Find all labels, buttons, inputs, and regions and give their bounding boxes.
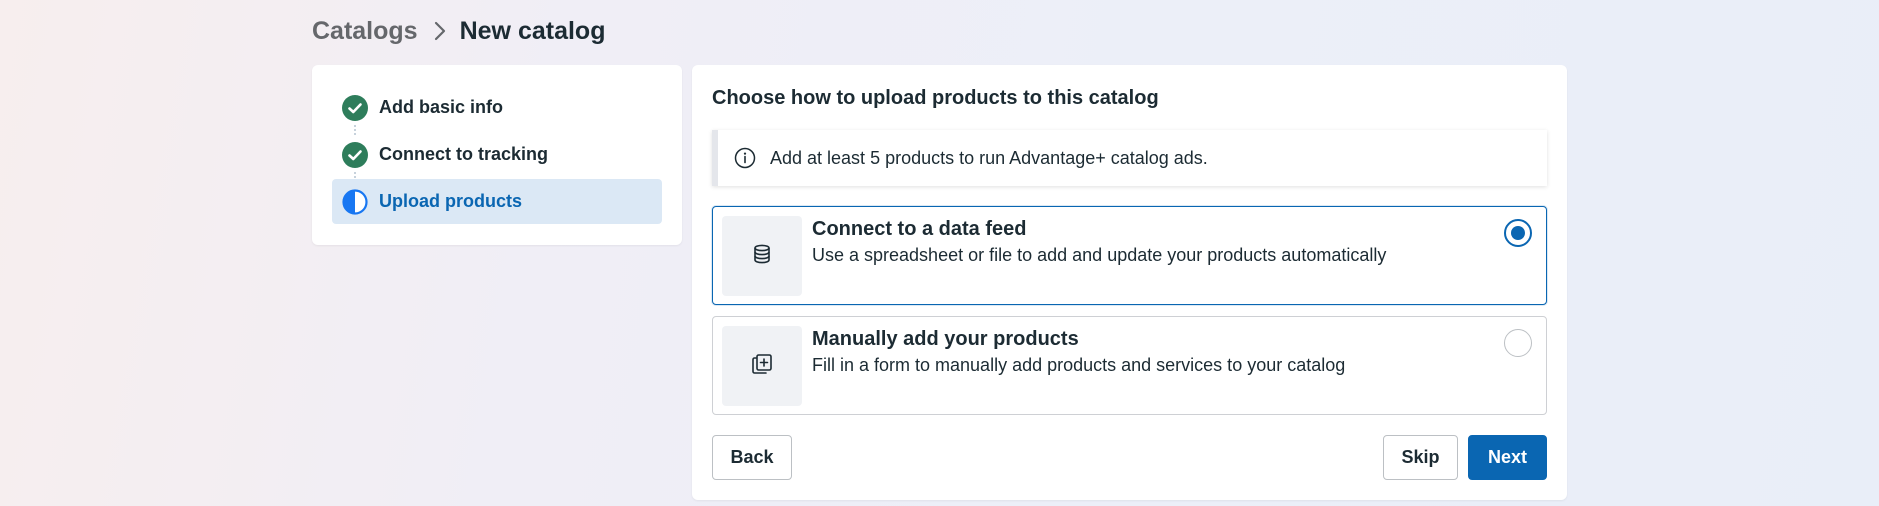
database-icon [751,243,773,270]
step-add-basic-info[interactable]: Add basic info [332,85,662,135]
skip-button[interactable]: Skip [1383,435,1458,480]
section-title: Choose how to upload products to this ca… [712,87,1159,109]
breadcrumb: Catalogs New catalog [312,13,605,49]
chevron-right-icon [434,21,446,41]
step-label: Connect to tracking [379,144,549,164]
option-connect-data-feed[interactable]: Connect to a data feed Use a spreadsheet… [712,206,1547,305]
check-circle-icon [342,94,368,121]
breadcrumb-catalogs-link[interactable]: Catalogs [312,17,418,46]
option-description: Use a spreadsheet or file to add and upd… [812,245,1387,265]
option-description: Fill in a form to manually add products … [812,355,1346,375]
upload-method-panel: Choose how to upload products to this ca… [692,65,1567,500]
step-label: Add basic info [379,97,504,117]
steps-panel: Add basic info Connect to tracking Uploa… [312,65,682,245]
next-button[interactable]: Next [1468,435,1547,480]
radio-connect-data-feed[interactable] [1504,219,1532,247]
back-button[interactable]: Back [712,435,792,480]
notice-text: Add at least 5 products to run Advantage… [770,147,1208,168]
step-connect-to-tracking[interactable]: Connect to tracking [332,132,662,182]
info-icon [734,147,756,169]
option-icon-tile [722,326,802,406]
page-title: New catalog [459,16,606,45]
check-circle-icon [342,141,368,168]
option-icon-tile [722,216,802,296]
option-manually-add-products[interactable]: Manually add your products Fill in a for… [712,316,1547,415]
step-label: Upload products [379,191,522,211]
half-circle-icon [342,188,368,215]
step-upload-products[interactable]: Upload products [332,179,662,224]
add-cards-icon [750,352,774,381]
option-title: Manually add your products [812,328,1079,350]
info-notice: Add at least 5 products to run Advantage… [712,130,1547,186]
option-title: Connect to a data feed [812,218,1027,240]
radio-manually-add-products[interactable] [1504,329,1532,357]
